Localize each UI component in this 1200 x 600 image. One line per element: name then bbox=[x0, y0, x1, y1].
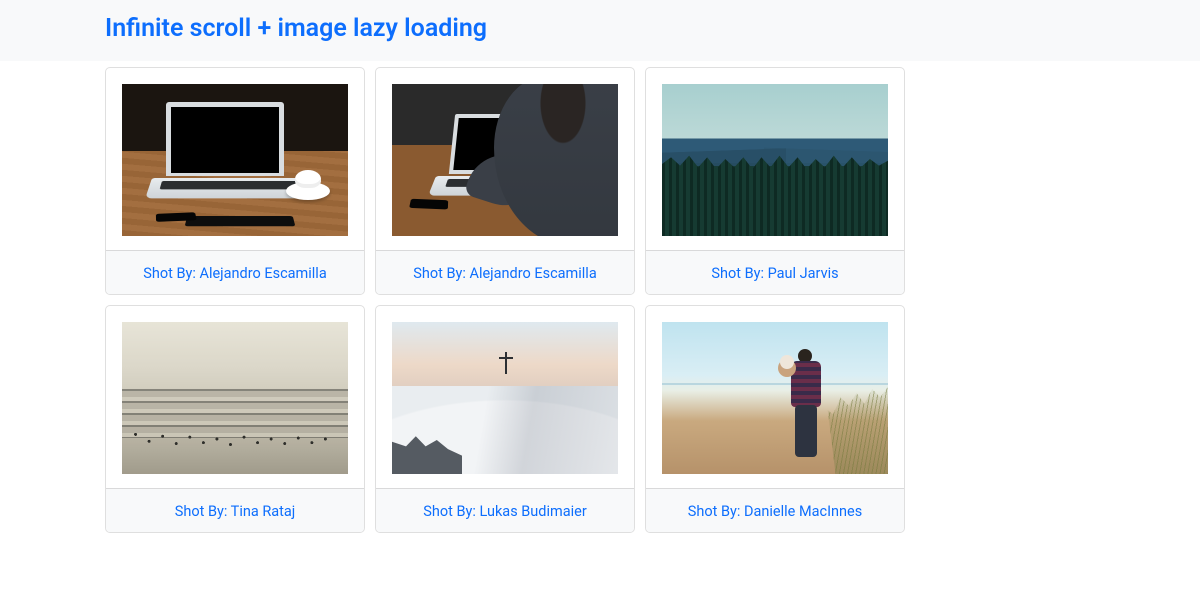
page-title: Infinite scroll + image lazy loading bbox=[105, 14, 1005, 43]
image-wrap bbox=[646, 68, 904, 250]
author-link[interactable]: Shot By: Paul Jarvis bbox=[711, 265, 838, 282]
author-name: Alejandro Escamilla bbox=[199, 265, 326, 282]
header-band: Infinite scroll + image lazy loading bbox=[0, 0, 1200, 61]
author-name: Danielle MacInnes bbox=[744, 503, 862, 520]
caption-prefix: Shot By: bbox=[143, 265, 199, 282]
photo-forest-mountains[interactable] bbox=[662, 84, 888, 236]
author-name: Alejandro Escamilla bbox=[469, 265, 596, 282]
image-wrap bbox=[646, 306, 904, 488]
caption-prefix: Shot By: bbox=[423, 503, 479, 520]
image-card: Shot By: Alejandro Escamilla bbox=[105, 67, 365, 295]
caption-prefix: Shot By: bbox=[688, 503, 744, 520]
author-name: Lukas Budimaier bbox=[479, 503, 586, 520]
card-footer: Shot By: Alejandro Escamilla bbox=[106, 250, 364, 294]
caption-prefix: Shot By: bbox=[175, 503, 231, 520]
author-name: Paul Jarvis bbox=[768, 265, 839, 282]
author-link[interactable]: Shot By: Alejandro Escamilla bbox=[413, 265, 596, 282]
image-card: Shot By: Paul Jarvis bbox=[645, 67, 905, 295]
author-link[interactable]: Shot By: Tina Rataj bbox=[175, 503, 296, 520]
image-card: Shot By: Danielle MacInnes bbox=[645, 305, 905, 533]
card-footer: Shot By: Paul Jarvis bbox=[646, 250, 904, 294]
author-link[interactable]: Shot By: Alejandro Escamilla bbox=[143, 265, 326, 282]
image-wrap bbox=[376, 306, 634, 488]
card-footer: Shot By: Tina Rataj bbox=[106, 488, 364, 532]
author-name: Tina Rataj bbox=[231, 503, 296, 520]
author-link[interactable]: Shot By: Danielle MacInnes bbox=[688, 503, 862, 520]
image-grid: Shot By: Alejandro Escamilla Shot By: Al… bbox=[105, 67, 1200, 533]
photo-crowded-beach-sepia[interactable] bbox=[122, 322, 348, 474]
photo-snowy-hill-cross[interactable] bbox=[392, 322, 618, 474]
image-wrap bbox=[376, 68, 634, 250]
image-card: Shot By: Tina Rataj bbox=[105, 305, 365, 533]
photo-man-with-child-beach[interactable] bbox=[662, 322, 888, 474]
caption-prefix: Shot By: bbox=[413, 265, 469, 282]
image-card: Shot By: Alejandro Escamilla bbox=[375, 67, 635, 295]
author-link[interactable]: Shot By: Lukas Budimaier bbox=[423, 503, 587, 520]
card-footer: Shot By: Alejandro Escamilla bbox=[376, 250, 634, 294]
photo-person-typing-laptop[interactable] bbox=[392, 84, 618, 236]
card-footer: Shot By: Danielle MacInnes bbox=[646, 488, 904, 532]
image-wrap bbox=[106, 306, 364, 488]
photo-laptop-on-table[interactable] bbox=[122, 84, 348, 236]
card-footer: Shot By: Lukas Budimaier bbox=[376, 488, 634, 532]
image-card: Shot By: Lukas Budimaier bbox=[375, 305, 635, 533]
image-wrap bbox=[106, 68, 364, 250]
caption-prefix: Shot By: bbox=[711, 265, 767, 282]
